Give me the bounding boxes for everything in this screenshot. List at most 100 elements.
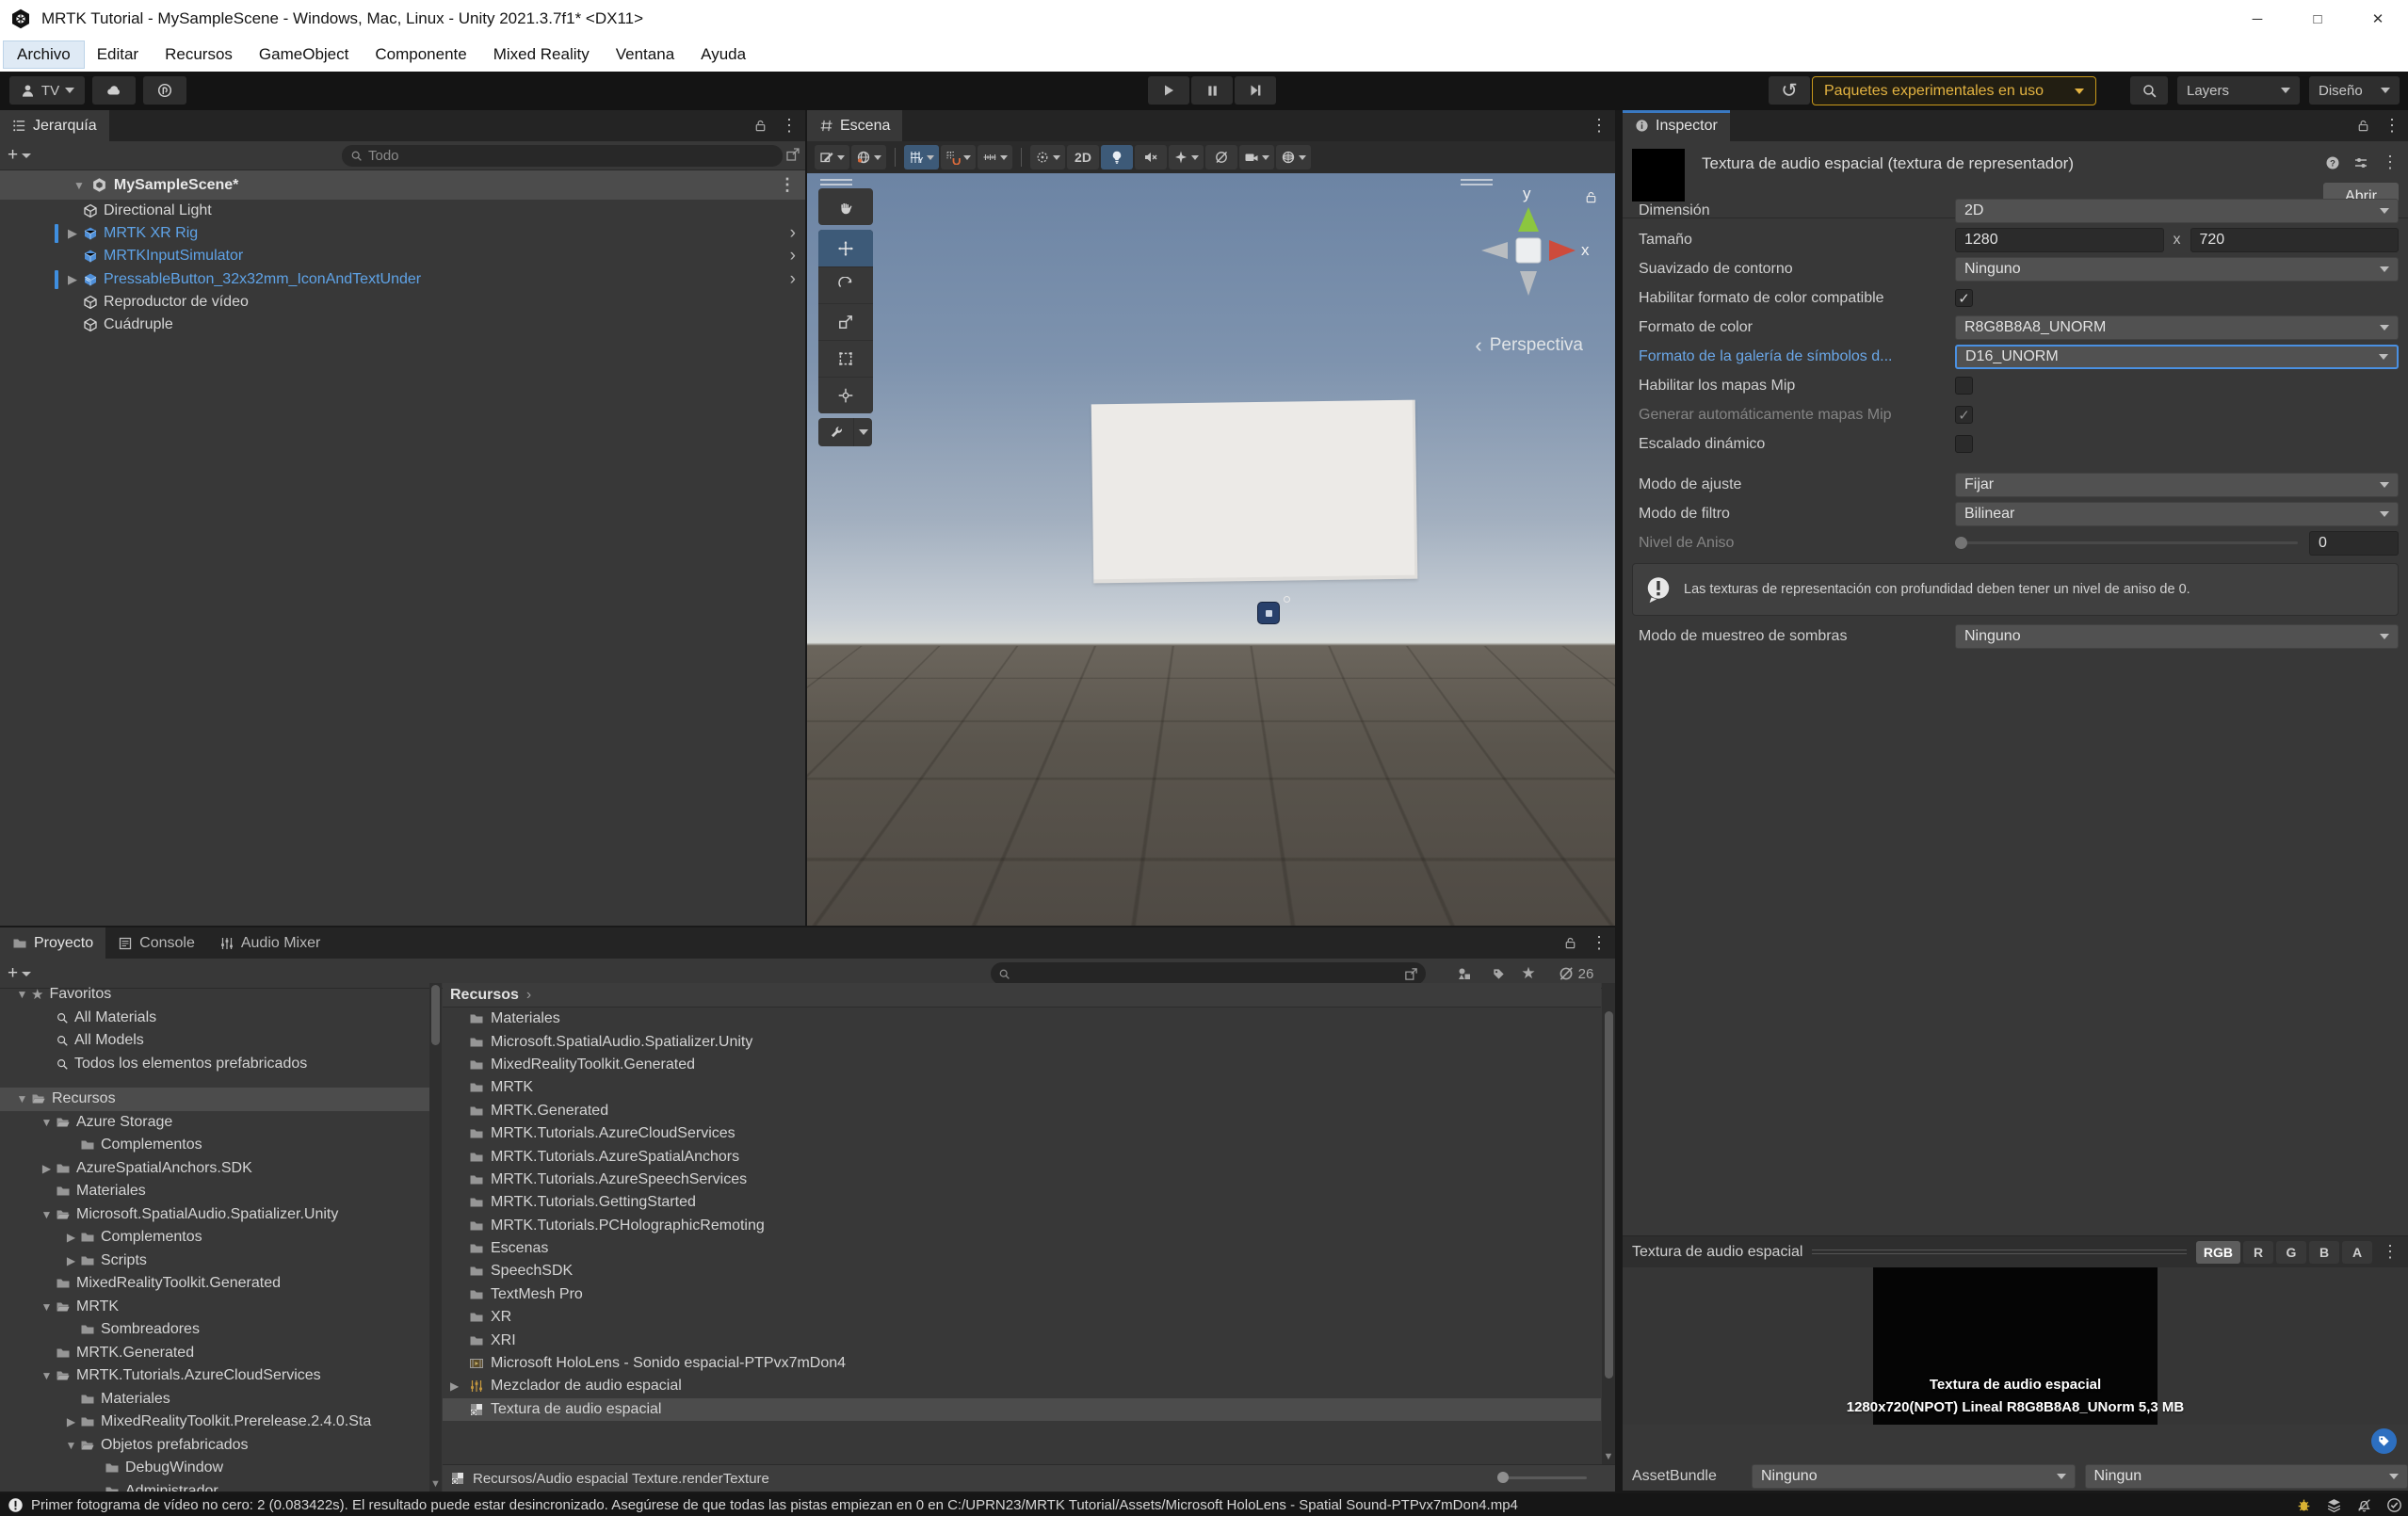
account-button[interactable]: TV xyxy=(9,76,85,105)
menu-componente[interactable]: Componente xyxy=(362,41,479,68)
scroll-down-icon[interactable]: ▼ xyxy=(1604,1451,1614,1462)
hidden-packages-count[interactable]: 26 xyxy=(1546,962,1605,985)
layers-dropdown[interactable]: Layers xyxy=(2177,76,2300,105)
overlay-handle[interactable] xyxy=(1461,179,1493,185)
scene-toolbar-snap-button[interactable] xyxy=(941,145,976,169)
activity-ok-icon[interactable] xyxy=(2386,1497,2402,1513)
checkbox[interactable]: ✓ xyxy=(1955,289,1973,307)
expand-arrow-icon[interactable]: ▼ xyxy=(62,1439,80,1452)
hierarchy-item[interactable]: MRTKInputSimulator › xyxy=(0,245,805,267)
lock-icon[interactable] xyxy=(753,119,768,133)
scene-picker-icon[interactable] xyxy=(785,147,800,162)
assetbundle-dropdown[interactable]: Ninguno xyxy=(1752,1464,2076,1489)
scene-toolbar-audiooff-button[interactable] xyxy=(1135,145,1167,169)
prefab-open-chevron-icon[interactable]: › xyxy=(790,251,796,261)
panel-menu-icon[interactable]: ⋮ xyxy=(781,116,798,136)
asset-list-item[interactable]: Microsoft HoloLens - Sonido espacial-PTP… xyxy=(443,1352,1601,1375)
maximize-button[interactable]: □ xyxy=(2287,0,2348,38)
scene-toolbar-ruler-button[interactable] xyxy=(978,145,1012,169)
asset-list-item[interactable]: XRI xyxy=(443,1329,1601,1351)
width-field[interactable]: 1280 xyxy=(1955,228,2164,252)
menu-ventana[interactable]: Ventana xyxy=(603,41,687,68)
expand-arrow-icon[interactable]: ▼ xyxy=(13,1092,31,1105)
scene-toolbar-gridtoggle-button[interactable]: Y xyxy=(904,145,939,169)
tree-item[interactable]: MRTK.Generated xyxy=(0,1342,429,1365)
asset-list-item[interactable]: MRTK.Tutorials.PCHolographicRemoting xyxy=(443,1215,1601,1237)
expand-arrow-icon[interactable]: ▼ xyxy=(13,988,31,1001)
hierarchy-item[interactable]: ▶ MRTK XR Rig › xyxy=(0,222,805,245)
formato-dropdown[interactable]: D16_UNORM xyxy=(1955,345,2399,369)
tree-item[interactable]: Todos los elementos prefabricados xyxy=(0,1053,429,1076)
asset-labels-button[interactable] xyxy=(2371,1428,2397,1454)
tree-item[interactable]: ▼ MRTK.Tutorials.AzureCloudServices xyxy=(0,1364,429,1388)
help-icon[interactable]: ? xyxy=(2325,155,2340,170)
favorites-filter-button[interactable]: ★ xyxy=(1514,962,1543,985)
scene-menu-icon[interactable]: ⋮ xyxy=(779,175,796,195)
asset-list-item[interactable]: MRTK.Tutorials.AzureSpeechServices xyxy=(443,1169,1601,1191)
search-button[interactable] xyxy=(2130,76,2168,105)
tab-scene[interactable]: Escena xyxy=(807,110,902,141)
checkbox[interactable] xyxy=(1955,377,1973,395)
tool-transform-button[interactable] xyxy=(818,377,873,413)
asset-list-item[interactable]: Microsoft.SpatialAudio.Spatializer.Unity xyxy=(443,1030,1601,1053)
asset-list-item[interactable]: MRTK.Tutorials.AzureCloudServices xyxy=(443,1122,1601,1145)
menu-ayuda[interactable]: Ayuda xyxy=(687,41,759,68)
modo-dropdown[interactable]: Bilinear xyxy=(1955,502,2399,526)
checkbox[interactable]: ✓ xyxy=(1955,406,1973,424)
asset-list-item[interactable]: Escenas xyxy=(443,1237,1601,1260)
step-button[interactable] xyxy=(1235,76,1276,105)
tree-item[interactable]: ▼ Objetos prefabricados xyxy=(0,1434,429,1458)
status-bar[interactable]: Primer fotograma de vídeo no cero: 2 (0.… xyxy=(0,1493,2408,1516)
tree-item[interactable]: All Materials xyxy=(0,1007,429,1030)
channel-g-button[interactable]: G xyxy=(2276,1241,2306,1264)
tree-item[interactable]: Sombreadores xyxy=(0,1318,429,1342)
projection-mode-label[interactable]: ‹ Perspectiva xyxy=(1475,335,1583,356)
aniso-slider[interactable] xyxy=(1955,531,2298,556)
expand-arrow-icon[interactable]: ▶ xyxy=(62,1415,80,1428)
expand-arrow-icon[interactable]: ▼ xyxy=(38,1116,56,1129)
preview-header[interactable]: Textura de audio espacial RGBRGBA ⋮ xyxy=(1623,1236,2408,1267)
tool-hand-button[interactable] xyxy=(818,188,873,225)
panel-menu-icon[interactable]: ⋮ xyxy=(2384,116,2400,136)
tool-custom-dropdown[interactable] xyxy=(853,418,872,446)
code-coverage-icon[interactable] xyxy=(2296,1497,2312,1513)
tool-recttool-button[interactable] xyxy=(818,340,873,377)
asset-list-item[interactable]: MRTK xyxy=(443,1076,1601,1099)
dimensión-dropdown[interactable]: 2D xyxy=(1955,199,2399,223)
expand-arrow-icon[interactable]: ▶ xyxy=(62,226,83,241)
orientation-gizmo[interactable]: y x xyxy=(1466,188,1591,313)
scene-toolbar-sphere-button[interactable] xyxy=(1276,145,1311,169)
project-search-input[interactable] xyxy=(991,962,1426,985)
presets-icon[interactable] xyxy=(2353,155,2368,170)
hierarchy-item[interactable]: ▶ PressableButton_32x32mm_IconAndTextUnd… xyxy=(0,268,805,291)
tree-item[interactable]: ▼ Recursos xyxy=(0,1088,429,1111)
expand-arrow-icon[interactable]: ▶ xyxy=(62,272,83,287)
tree-item[interactable]: All Models xyxy=(0,1029,429,1053)
search-by-label-button[interactable] xyxy=(1484,962,1512,985)
menu-gameobject[interactable]: GameObject xyxy=(246,41,362,68)
tree-item[interactable]: MixedRealityToolkit.Generated xyxy=(0,1272,429,1296)
layout-dropdown[interactable]: Diseño xyxy=(2309,76,2400,105)
create-button[interactable]: + xyxy=(8,963,31,984)
expand-arrow-icon[interactable]: ▶ xyxy=(450,1379,459,1393)
pause-button[interactable] xyxy=(1191,76,1233,105)
tree-item[interactable]: ▶ AzureSpatialAnchors.SDK xyxy=(0,1157,429,1181)
scene-header-row[interactable]: ▼ MySampleScene* ⋮ xyxy=(0,170,805,200)
hierarchy-item[interactable]: Directional Light xyxy=(0,200,805,222)
hierarchy-item[interactable]: Cuádruple xyxy=(0,314,805,336)
modo-dropdown[interactable]: Ninguno xyxy=(1955,624,2399,649)
asset-list-item[interactable]: TextMesh Pro xyxy=(443,1283,1601,1306)
scene-toolbar-fx-button[interactable] xyxy=(1169,145,1204,169)
height-field[interactable]: 720 xyxy=(2190,228,2400,252)
preview-menu-icon[interactable]: ⋮ xyxy=(2382,1242,2399,1262)
minimize-button[interactable]: ─ xyxy=(2227,0,2287,38)
channel-r-button[interactable]: R xyxy=(2243,1241,2273,1264)
tree-item[interactable]: ▼ MRTK xyxy=(0,1296,429,1319)
play-button[interactable] xyxy=(1148,76,1189,105)
tree-item[interactable]: Complementos xyxy=(0,1134,429,1157)
expand-arrow-icon[interactable]: ▶ xyxy=(62,1231,80,1244)
hierarchy-search-input[interactable]: Todo xyxy=(342,145,783,167)
asset-list-item[interactable]: ▶ Mezclador de audio espacial xyxy=(443,1375,1601,1397)
notifications-muted-icon[interactable] xyxy=(2356,1497,2372,1513)
tool-move-button[interactable] xyxy=(818,230,873,266)
